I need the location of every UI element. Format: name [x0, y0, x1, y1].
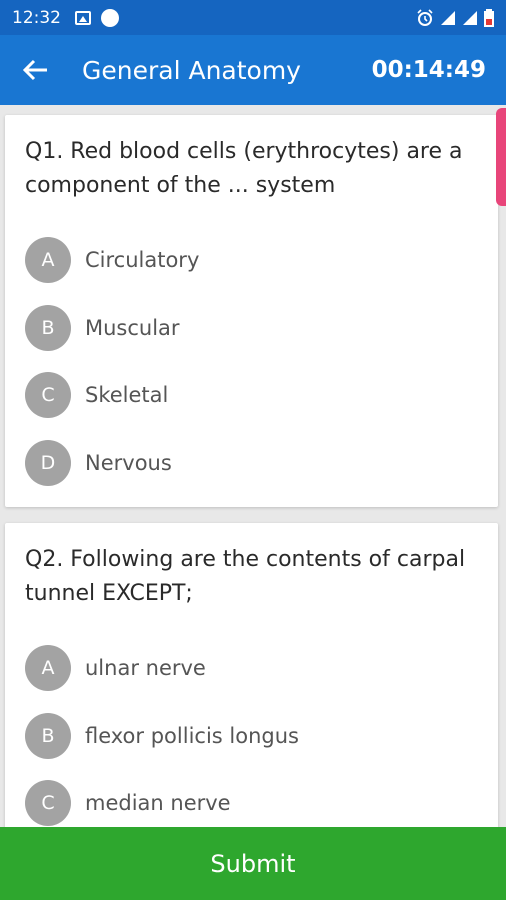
option-2a[interactable]: A ulnar nerve: [25, 644, 465, 692]
option-1c[interactable]: C Skeletal: [25, 371, 465, 419]
app-bar: General Anatomy 00:14:49: [0, 35, 506, 105]
option-2c[interactable]: C median nerve: [25, 779, 465, 827]
option-letter-badge: B: [25, 713, 71, 759]
page-title: General Anatomy: [82, 55, 301, 85]
submit-button[interactable]: Submit: [0, 827, 506, 900]
battery-icon: [484, 8, 494, 27]
question-card-2: Q2. Following are the contents of carpal…: [5, 523, 498, 827]
alarm-icon: [417, 8, 433, 26]
option-letter-badge: A: [25, 645, 71, 691]
image-notification-icon: [75, 10, 91, 25]
option-letter-badge: D: [25, 440, 71, 486]
signal-icon: [441, 10, 455, 25]
option-label: ulnar nerve: [85, 656, 206, 680]
option-1a[interactable]: A Circulatory: [25, 236, 465, 284]
option-letter-badge: C: [25, 780, 71, 826]
option-label: Skeletal: [85, 383, 169, 407]
option-1d[interactable]: D Nervous: [25, 439, 465, 487]
question-list[interactable]: Q1. Red blood cells (erythrocytes) are a…: [0, 105, 506, 827]
option-label: median nerve: [85, 791, 231, 815]
option-label: Circulatory: [85, 248, 200, 272]
circle-notification-icon: [101, 8, 119, 27]
option-label: Muscular: [85, 316, 180, 340]
question-card-1: Q1. Red blood cells (erythrocytes) are a…: [5, 115, 498, 507]
status-bar: 12:32: [0, 0, 506, 35]
arrow-back-icon: [22, 59, 47, 81]
back-button[interactable]: [0, 35, 70, 105]
option-label: Nervous: [85, 451, 172, 475]
signal-2-icon: [463, 10, 477, 25]
option-letter-badge: C: [25, 372, 71, 418]
status-time: 12:32: [12, 7, 61, 28]
option-label: flexor pollicis longus: [85, 724, 299, 748]
option-1b[interactable]: B Muscular: [25, 304, 465, 352]
option-letter-badge: A: [25, 237, 71, 283]
question-1-text: Q1. Red blood cells (erythrocytes) are a…: [25, 139, 463, 198]
scroll-indicator[interactable]: [496, 108, 506, 206]
question-2-text: Q2. Following are the contents of carpal…: [25, 547, 466, 606]
option-2b[interactable]: B flexor pollicis longus: [25, 712, 465, 760]
option-letter-badge: B: [25, 305, 71, 351]
quiz-timer: 00:14:49: [371, 57, 486, 83]
